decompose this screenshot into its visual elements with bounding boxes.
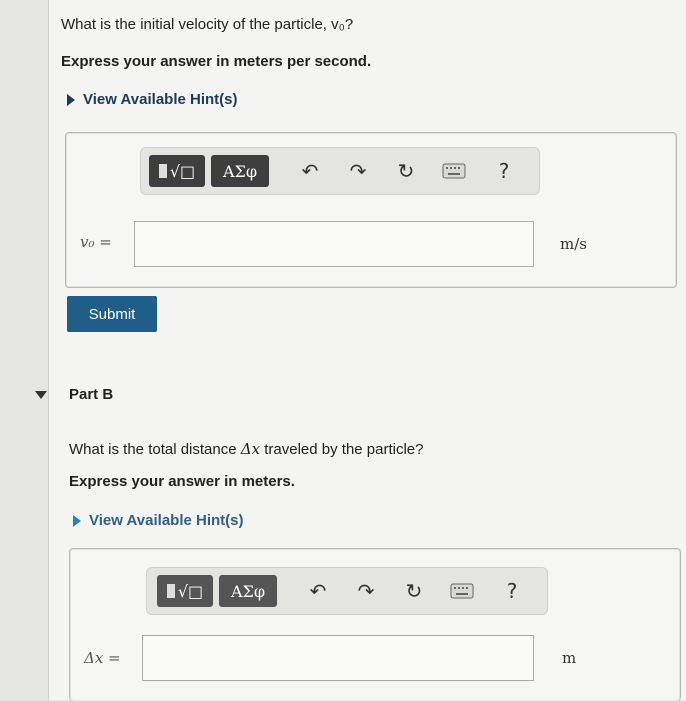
part-b-question-pre: What is the total distance bbox=[69, 441, 241, 458]
part-a-instruction: Express your answer in meters per second… bbox=[61, 53, 372, 70]
reset-icon[interactable]: ↻ bbox=[393, 158, 419, 184]
help-icon[interactable]: ? bbox=[491, 158, 517, 184]
sqrt-icon: √□ bbox=[177, 581, 204, 601]
keyboard-icon[interactable] bbox=[449, 578, 475, 604]
part-a-answer-input[interactable] bbox=[134, 221, 534, 267]
caret-right-icon bbox=[67, 93, 75, 106]
part-a-answer-label: v₀ = bbox=[80, 233, 112, 251]
part-a-math-toolbar: √□ ΑΣφ ↶ ↷ ↻ ? bbox=[140, 147, 540, 195]
symbols-button[interactable]: ΑΣφ bbox=[211, 155, 269, 187]
sqrt-icon: √□ bbox=[169, 161, 196, 181]
part-b-math-toolbar: √□ ΑΣφ ↶ ↷ ↻ ? bbox=[146, 567, 548, 615]
page: What is the initial velocity of the part… bbox=[35, 0, 686, 701]
redo-icon[interactable]: ↷ bbox=[345, 158, 371, 184]
part-b-question-post: traveled by the particle? bbox=[260, 441, 424, 458]
templates-button[interactable]: √□ bbox=[157, 575, 213, 607]
part-a-hint-label: View Available Hint(s) bbox=[83, 91, 238, 108]
submit-button[interactable]: Submit bbox=[67, 296, 157, 332]
part-a-answer-panel: √□ ΑΣφ ↶ ↷ ↻ ? v₀ = m/s bbox=[65, 132, 677, 288]
undo-icon[interactable]: ↶ bbox=[305, 578, 331, 604]
part-b-units: m bbox=[562, 649, 577, 667]
undo-icon[interactable]: ↶ bbox=[297, 158, 323, 184]
caret-down-icon bbox=[35, 391, 47, 399]
part-b-title: Part B bbox=[69, 386, 114, 403]
part-b-hint-link[interactable]: View Available Hint(s) bbox=[73, 512, 244, 529]
part-b-question: What is the total distance Δx traveled b… bbox=[69, 440, 424, 458]
block-icon bbox=[158, 164, 167, 178]
block-icon bbox=[166, 584, 175, 598]
part-a-question: What is the initial velocity of the part… bbox=[61, 16, 354, 33]
part-b-question-var: Δx bbox=[240, 440, 261, 458]
reset-icon[interactable]: ↻ bbox=[401, 578, 427, 604]
caret-right-icon bbox=[73, 514, 81, 527]
help-icon[interactable]: ? bbox=[499, 578, 525, 604]
part-b-answer-panel: √□ ΑΣφ ↶ ↷ ↻ ? Δx = m bbox=[69, 548, 681, 701]
part-b-collapse-toggle[interactable] bbox=[35, 391, 47, 399]
part-b-answer-input[interactable] bbox=[142, 635, 534, 681]
part-b-answer-label: Δx = bbox=[84, 649, 121, 667]
part-b-instruction: Express your answer in meters. bbox=[69, 473, 295, 490]
part-a-hint-link[interactable]: View Available Hint(s) bbox=[67, 91, 238, 108]
templates-button[interactable]: √□ bbox=[149, 155, 205, 187]
redo-icon[interactable]: ↷ bbox=[353, 578, 379, 604]
keyboard-icon[interactable] bbox=[441, 158, 467, 184]
part-a-units: m/s bbox=[560, 235, 587, 253]
symbols-button[interactable]: ΑΣφ bbox=[219, 575, 277, 607]
part-b-hint-label: View Available Hint(s) bbox=[89, 512, 244, 529]
